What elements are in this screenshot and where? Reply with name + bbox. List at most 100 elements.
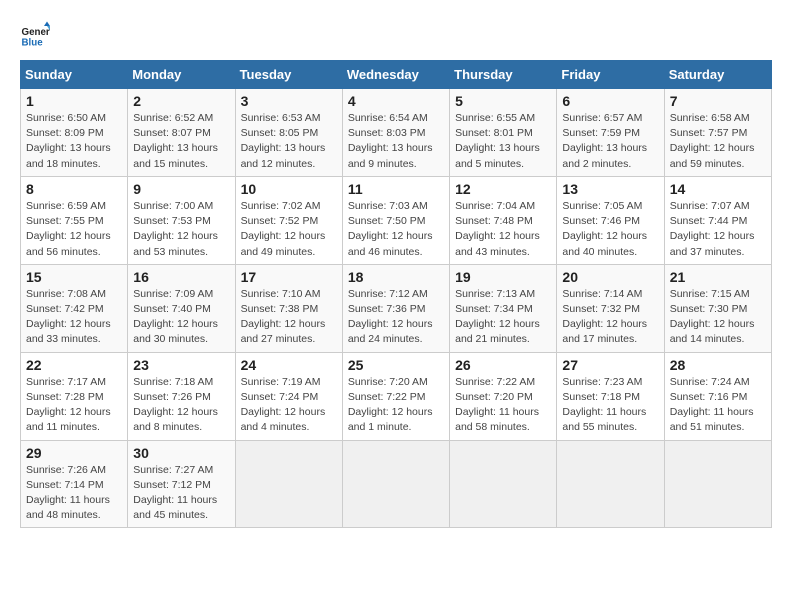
- day-number: 3: [241, 93, 337, 109]
- day-info: Sunrise: 7:17 AM Sunset: 7:28 PM Dayligh…: [26, 375, 122, 436]
- header-monday: Monday: [128, 61, 235, 89]
- day-info: Sunrise: 6:57 AM Sunset: 7:59 PM Dayligh…: [562, 111, 658, 172]
- day-info: Sunrise: 7:23 AM Sunset: 7:18 PM Dayligh…: [562, 375, 658, 436]
- day-number: 17: [241, 269, 337, 285]
- day-number: 13: [562, 181, 658, 197]
- day-number: 11: [348, 181, 444, 197]
- day-info: Sunrise: 7:05 AM Sunset: 7:46 PM Dayligh…: [562, 199, 658, 260]
- calendar-header-row: SundayMondayTuesdayWednesdayThursdayFrid…: [21, 61, 772, 89]
- calendar-cell: 24 Sunrise: 7:19 AM Sunset: 7:24 PM Dayl…: [235, 352, 342, 440]
- day-info: Sunrise: 6:52 AM Sunset: 8:07 PM Dayligh…: [133, 111, 229, 172]
- calendar-cell: 17 Sunrise: 7:10 AM Sunset: 7:38 PM Dayl…: [235, 264, 342, 352]
- day-number: 28: [670, 357, 766, 373]
- day-info: Sunrise: 7:08 AM Sunset: 7:42 PM Dayligh…: [26, 287, 122, 348]
- day-number: 24: [241, 357, 337, 373]
- day-number: 30: [133, 445, 229, 461]
- calendar-cell: 7 Sunrise: 6:58 AM Sunset: 7:57 PM Dayli…: [664, 89, 771, 177]
- calendar-cell: 19 Sunrise: 7:13 AM Sunset: 7:34 PM Dayl…: [450, 264, 557, 352]
- day-number: 18: [348, 269, 444, 285]
- day-info: Sunrise: 6:50 AM Sunset: 8:09 PM Dayligh…: [26, 111, 122, 172]
- calendar-cell: 20 Sunrise: 7:14 AM Sunset: 7:32 PM Dayl…: [557, 264, 664, 352]
- day-number: 4: [348, 93, 444, 109]
- day-number: 20: [562, 269, 658, 285]
- header-wednesday: Wednesday: [342, 61, 449, 89]
- calendar-week-3: 15 Sunrise: 7:08 AM Sunset: 7:42 PM Dayl…: [21, 264, 772, 352]
- day-info: Sunrise: 7:14 AM Sunset: 7:32 PM Dayligh…: [562, 287, 658, 348]
- logo: General Blue: [20, 20, 54, 50]
- calendar-table: SundayMondayTuesdayWednesdayThursdayFrid…: [20, 60, 772, 528]
- page-header: General Blue: [20, 20, 772, 50]
- day-number: 14: [670, 181, 766, 197]
- svg-text:General: General: [22, 27, 51, 38]
- day-info: Sunrise: 7:03 AM Sunset: 7:50 PM Dayligh…: [348, 199, 444, 260]
- calendar-cell: [342, 440, 449, 528]
- day-number: 23: [133, 357, 229, 373]
- day-info: Sunrise: 6:59 AM Sunset: 7:55 PM Dayligh…: [26, 199, 122, 260]
- day-number: 1: [26, 93, 122, 109]
- day-number: 6: [562, 93, 658, 109]
- calendar-cell: 4 Sunrise: 6:54 AM Sunset: 8:03 PM Dayli…: [342, 89, 449, 177]
- calendar-cell: 22 Sunrise: 7:17 AM Sunset: 7:28 PM Dayl…: [21, 352, 128, 440]
- calendar-cell: 5 Sunrise: 6:55 AM Sunset: 8:01 PM Dayli…: [450, 89, 557, 177]
- calendar-cell: [664, 440, 771, 528]
- day-number: 8: [26, 181, 122, 197]
- day-info: Sunrise: 7:13 AM Sunset: 7:34 PM Dayligh…: [455, 287, 551, 348]
- calendar-cell: 26 Sunrise: 7:22 AM Sunset: 7:20 PM Dayl…: [450, 352, 557, 440]
- day-info: Sunrise: 7:27 AM Sunset: 7:12 PM Dayligh…: [133, 463, 229, 524]
- calendar-cell: 3 Sunrise: 6:53 AM Sunset: 8:05 PM Dayli…: [235, 89, 342, 177]
- calendar-cell: 8 Sunrise: 6:59 AM Sunset: 7:55 PM Dayli…: [21, 176, 128, 264]
- calendar-cell: 30 Sunrise: 7:27 AM Sunset: 7:12 PM Dayl…: [128, 440, 235, 528]
- calendar-cell: 2 Sunrise: 6:52 AM Sunset: 8:07 PM Dayli…: [128, 89, 235, 177]
- header-sunday: Sunday: [21, 61, 128, 89]
- calendar-cell: 13 Sunrise: 7:05 AM Sunset: 7:46 PM Dayl…: [557, 176, 664, 264]
- calendar-cell: 27 Sunrise: 7:23 AM Sunset: 7:18 PM Dayl…: [557, 352, 664, 440]
- day-info: Sunrise: 7:18 AM Sunset: 7:26 PM Dayligh…: [133, 375, 229, 436]
- calendar-cell: 11 Sunrise: 7:03 AM Sunset: 7:50 PM Dayl…: [342, 176, 449, 264]
- calendar-cell: 29 Sunrise: 7:26 AM Sunset: 7:14 PM Dayl…: [21, 440, 128, 528]
- day-number: 16: [133, 269, 229, 285]
- day-info: Sunrise: 7:00 AM Sunset: 7:53 PM Dayligh…: [133, 199, 229, 260]
- day-info: Sunrise: 6:54 AM Sunset: 8:03 PM Dayligh…: [348, 111, 444, 172]
- day-number: 21: [670, 269, 766, 285]
- calendar-cell: 18 Sunrise: 7:12 AM Sunset: 7:36 PM Dayl…: [342, 264, 449, 352]
- day-number: 27: [562, 357, 658, 373]
- svg-text:Blue: Blue: [22, 38, 44, 49]
- day-number: 26: [455, 357, 551, 373]
- calendar-week-1: 1 Sunrise: 6:50 AM Sunset: 8:09 PM Dayli…: [21, 89, 772, 177]
- day-info: Sunrise: 7:15 AM Sunset: 7:30 PM Dayligh…: [670, 287, 766, 348]
- day-number: 2: [133, 93, 229, 109]
- calendar-cell: 28 Sunrise: 7:24 AM Sunset: 7:16 PM Dayl…: [664, 352, 771, 440]
- calendar-cell: 15 Sunrise: 7:08 AM Sunset: 7:42 PM Dayl…: [21, 264, 128, 352]
- day-info: Sunrise: 7:10 AM Sunset: 7:38 PM Dayligh…: [241, 287, 337, 348]
- day-info: Sunrise: 7:02 AM Sunset: 7:52 PM Dayligh…: [241, 199, 337, 260]
- calendar-cell: 6 Sunrise: 6:57 AM Sunset: 7:59 PM Dayli…: [557, 89, 664, 177]
- logo-icon: General Blue: [20, 20, 50, 50]
- day-number: 5: [455, 93, 551, 109]
- day-number: 10: [241, 181, 337, 197]
- calendar-cell: 12 Sunrise: 7:04 AM Sunset: 7:48 PM Dayl…: [450, 176, 557, 264]
- day-number: 7: [670, 93, 766, 109]
- header-tuesday: Tuesday: [235, 61, 342, 89]
- calendar-week-5: 29 Sunrise: 7:26 AM Sunset: 7:14 PM Dayl…: [21, 440, 772, 528]
- day-number: 9: [133, 181, 229, 197]
- calendar-cell: [235, 440, 342, 528]
- calendar-cell: [557, 440, 664, 528]
- calendar-cell: [450, 440, 557, 528]
- day-info: Sunrise: 6:58 AM Sunset: 7:57 PM Dayligh…: [670, 111, 766, 172]
- day-info: Sunrise: 7:19 AM Sunset: 7:24 PM Dayligh…: [241, 375, 337, 436]
- calendar-cell: 23 Sunrise: 7:18 AM Sunset: 7:26 PM Dayl…: [128, 352, 235, 440]
- calendar-week-4: 22 Sunrise: 7:17 AM Sunset: 7:28 PM Dayl…: [21, 352, 772, 440]
- day-info: Sunrise: 7:26 AM Sunset: 7:14 PM Dayligh…: [26, 463, 122, 524]
- day-info: Sunrise: 6:55 AM Sunset: 8:01 PM Dayligh…: [455, 111, 551, 172]
- day-info: Sunrise: 7:04 AM Sunset: 7:48 PM Dayligh…: [455, 199, 551, 260]
- day-number: 19: [455, 269, 551, 285]
- day-number: 25: [348, 357, 444, 373]
- day-info: Sunrise: 7:20 AM Sunset: 7:22 PM Dayligh…: [348, 375, 444, 436]
- day-number: 29: [26, 445, 122, 461]
- day-info: Sunrise: 7:12 AM Sunset: 7:36 PM Dayligh…: [348, 287, 444, 348]
- calendar-cell: 14 Sunrise: 7:07 AM Sunset: 7:44 PM Dayl…: [664, 176, 771, 264]
- day-number: 22: [26, 357, 122, 373]
- header-thursday: Thursday: [450, 61, 557, 89]
- calendar-cell: 25 Sunrise: 7:20 AM Sunset: 7:22 PM Dayl…: [342, 352, 449, 440]
- calendar-week-2: 8 Sunrise: 6:59 AM Sunset: 7:55 PM Dayli…: [21, 176, 772, 264]
